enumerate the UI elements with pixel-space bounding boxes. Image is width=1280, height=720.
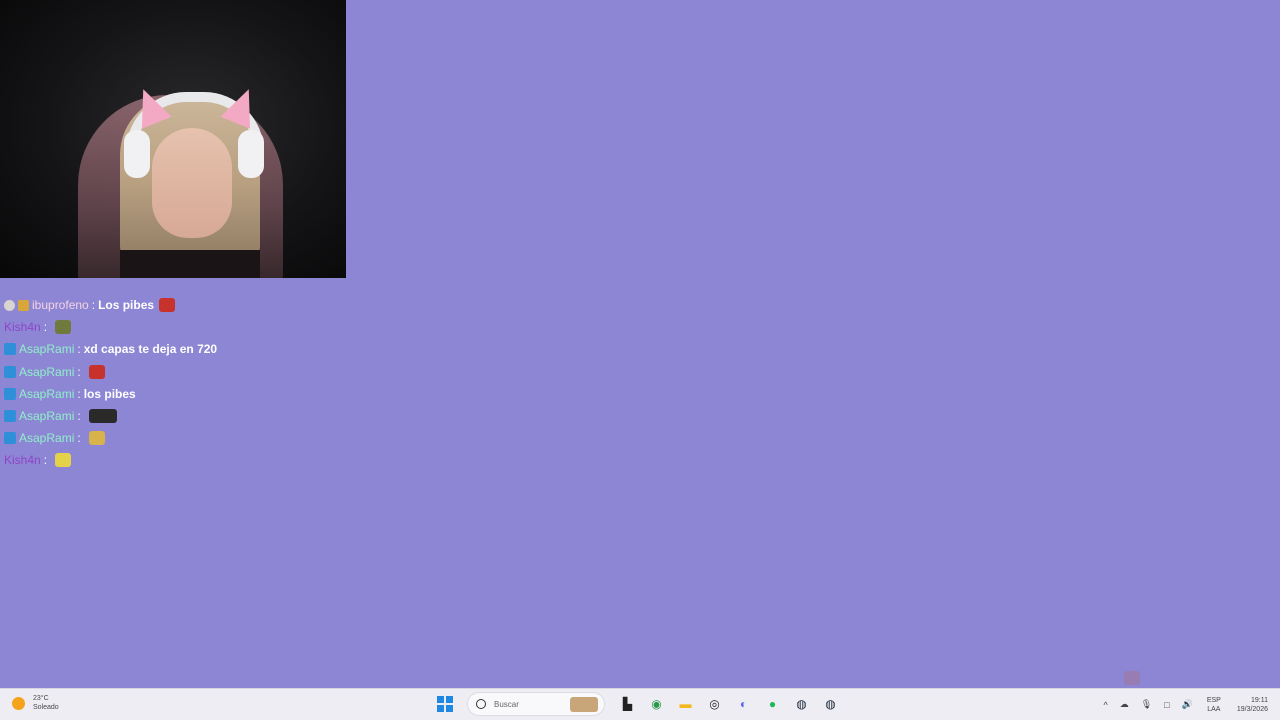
chat-username: AsapRami xyxy=(19,386,75,401)
chat-username: Kish4n xyxy=(4,320,41,335)
spotify-icon[interactable]: ● xyxy=(762,693,784,715)
chat-separator: : xyxy=(43,453,48,468)
chrome-icon[interactable]: ◉ xyxy=(646,693,668,715)
chat-separator: : xyxy=(77,386,81,401)
chat-separator: : xyxy=(77,364,81,379)
chat-text: los pibes xyxy=(83,386,136,401)
onedrive-icon[interactable]: ☁ xyxy=(1120,699,1129,710)
task-view-icon[interactable]: ▙ xyxy=(617,693,639,715)
weather-widget[interactable]: 23°C Soleado xyxy=(12,694,59,712)
chat-separator: : xyxy=(77,342,81,357)
chat-username: Kish4n xyxy=(4,453,41,468)
chat-badge-icon xyxy=(4,387,16,400)
chat-badge-icon xyxy=(4,432,16,445)
obs-icon[interactable]: ◎ xyxy=(704,693,726,715)
chat-username: ibuprofeno xyxy=(32,298,89,313)
floating-emote-icon xyxy=(1124,671,1140,685)
chat-separator: : xyxy=(43,320,48,335)
windows-taskbar: 23°C Soleado Buscar ▙ ◉ ▬ ◎ ◐ ● ◍ ◍ ^ ☁ 🎙 □ 🔊 ESP L… xyxy=(0,688,1280,720)
hand-emote xyxy=(88,431,105,446)
language-indicator[interactable]: ESP LAA xyxy=(1207,696,1221,714)
chat-message: AsapRami: xd capas te deja en 720 xyxy=(4,338,364,360)
chat-message: AsapRami: xyxy=(4,405,364,427)
lang-line2: LAA xyxy=(1207,705,1221,713)
chat-badge-icon xyxy=(18,299,29,311)
search-icon xyxy=(476,699,486,709)
search-box[interactable]: Buscar xyxy=(467,692,605,716)
search-highlight-image xyxy=(570,697,598,712)
chat-username: AsapRami xyxy=(19,342,75,357)
steam-icon-2[interactable]: ◍ xyxy=(820,693,842,715)
devil-emote xyxy=(88,364,105,379)
chat-badge-icon xyxy=(4,410,16,423)
dark-emote xyxy=(88,409,117,424)
weather-desc: Soleado xyxy=(33,704,59,711)
file-explorer-icon[interactable]: ▬ xyxy=(675,693,697,715)
chat-message: AsapRami: xyxy=(4,427,364,449)
show-hidden-icons-icon[interactable]: ^ xyxy=(1104,700,1108,710)
chat-message: Kish4n: xyxy=(4,316,364,338)
chat-message: AsapRami: xyxy=(4,361,364,383)
chat-message: AsapRami: los pibes xyxy=(4,383,364,405)
weather-temp: 23°C xyxy=(33,695,49,702)
taskbar-center: Buscar ▙ ◉ ▬ ◎ ◐ ● ◍ ◍ xyxy=(437,692,845,716)
chat-overlay: ibuprofeno: Los pibes Kish4n: AsapRami: xd c… xyxy=(4,294,364,472)
chat-badge-icon xyxy=(4,343,16,356)
microphone-icon[interactable]: 🎙 xyxy=(1141,699,1152,710)
start-button[interactable] xyxy=(437,696,453,712)
sun-icon xyxy=(12,696,25,710)
chat-separator: : xyxy=(77,409,81,424)
clock-time: 19:11 xyxy=(1251,696,1268,704)
volume-icon[interactable]: 🔊 xyxy=(1182,699,1193,710)
chat-badge-icon xyxy=(4,365,16,378)
steam-icon[interactable]: ◍ xyxy=(791,693,813,715)
chat-username: AsapRami xyxy=(19,364,75,379)
chat-text: Los pibes xyxy=(98,298,155,313)
chat-text: xd capas te deja en 720 xyxy=(83,342,218,357)
discord-icon[interactable]: ◐ xyxy=(733,693,755,715)
devil-emote xyxy=(159,298,176,313)
search-placeholder: Buscar xyxy=(494,699,519,709)
clock[interactable]: 19:11 19/3/2026 xyxy=(1237,696,1268,714)
notification-icon[interactable]: □ xyxy=(1164,700,1169,710)
frog-emote xyxy=(55,320,72,335)
sunglasses-emote xyxy=(55,453,72,468)
chat-username: AsapRami xyxy=(19,431,75,446)
chat-separator: : xyxy=(77,431,81,446)
webcam-overlay xyxy=(0,0,346,278)
chat-message: Kish4n: xyxy=(4,449,364,471)
chat-separator: : xyxy=(91,298,96,313)
lang-line1: ESP xyxy=(1206,696,1221,704)
chat-message: ibuprofeno: Los pibes xyxy=(4,294,364,316)
chat-badge-icon xyxy=(4,299,15,311)
chat-username: AsapRami xyxy=(19,409,75,424)
system-tray: ^ ☁ 🎙 □ 🔊 ESP LAA 19:11 19/3/2026 xyxy=(1098,689,1280,720)
clock-date: 19/3/2026 xyxy=(1236,705,1268,713)
